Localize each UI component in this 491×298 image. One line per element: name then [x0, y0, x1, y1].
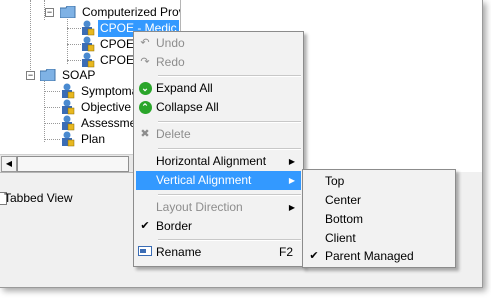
delete-icon: ✖ [140, 128, 150, 140]
submenu-item-top[interactable]: Top [305, 172, 453, 191]
menu-item-border[interactable]: ✔ Border [136, 217, 301, 236]
menu-separator [158, 121, 301, 123]
context-menu: ↶ Undo ↷ Redo ⌄ Expand All ⌃ Collapse Al… [133, 31, 304, 267]
submenu-arrow-icon: ▶ [288, 176, 295, 185]
tree-guide [67, 28, 81, 29]
tree-node-label: Symptoma [81, 84, 139, 98]
vertical-alignment-submenu: Top Center Bottom Client ✔ Parent Manage… [302, 169, 456, 268]
expand-all-icon: ⌄ [138, 81, 152, 95]
rename-icon [138, 245, 152, 259]
locked-doc-icon [82, 36, 95, 52]
collapse-all-icon: ⌃ [138, 100, 152, 114]
locked-doc-icon [82, 20, 95, 36]
locked-doc-icon [62, 115, 75, 131]
menu-item-undo[interactable]: ↶ Undo [136, 34, 301, 53]
locked-doc-icon [62, 131, 75, 147]
menu-item-collapse-all[interactable]: ⌃ Collapse All [136, 98, 301, 117]
scroll-thumb[interactable] [17, 156, 129, 172]
tree-guide [67, 60, 81, 61]
locked-doc-icon [62, 83, 75, 99]
rename-shortcut: F2 [278, 245, 293, 259]
tree-node-label: CPOE [100, 37, 135, 51]
tree-node-label: Plan [81, 132, 106, 146]
menu-item-horizontal-alignment[interactable]: Horizontal Alignment ▶ [136, 152, 301, 171]
menu-item-layout-direction[interactable]: Layout Direction ▶ [136, 198, 301, 217]
submenu-item-parent-managed[interactable]: ✔ Parent Managed [305, 247, 453, 266]
menu-item-expand-all[interactable]: ⌄ Expand All [136, 79, 301, 98]
submenu-item-center[interactable]: Center [305, 191, 453, 210]
locked-doc-icon [62, 99, 75, 115]
tree-node-label: Assessme [81, 116, 137, 130]
menu-separator [158, 75, 301, 77]
checkmark-icon: ✔ [309, 250, 319, 262]
checkmark-icon: ✔ [140, 220, 150, 232]
tree-guide [44, 91, 60, 92]
tree-guide [44, 139, 60, 140]
menu-item-delete[interactable]: ✖ Delete [136, 125, 301, 144]
menu-item-redo[interactable]: ↷ Redo [136, 53, 301, 72]
tree-guide [44, 123, 60, 124]
submenu-item-bottom[interactable]: Bottom [305, 210, 453, 229]
tree-guide [44, 107, 60, 108]
tree-node-label: Objective [81, 100, 132, 114]
collapse-icon[interactable]: − [45, 8, 54, 17]
tree-node-label: SOAP [62, 68, 96, 82]
submenu-arrow-icon: ▶ [288, 203, 295, 212]
submenu-item-client[interactable]: Client [305, 229, 453, 248]
menu-separator [158, 148, 301, 150]
menu-item-vertical-alignment[interactable]: Vertical Alignment ▶ [136, 171, 301, 190]
menu-item-rename[interactable]: Rename F2 [136, 243, 301, 262]
folder-icon [60, 6, 76, 18]
submenu-arrow-icon: ▶ [288, 157, 295, 166]
tabbed-view-label: Tabbed View [4, 191, 73, 205]
menu-separator [158, 194, 301, 196]
scroll-left-icon[interactable]: ◀ [1, 156, 17, 172]
menu-separator [158, 239, 301, 241]
undo-icon: ↶ [140, 37, 150, 49]
locked-doc-icon [82, 52, 95, 68]
redo-icon: ↷ [140, 56, 150, 68]
folder-icon [40, 69, 56, 81]
tree-node-label: Computerized Prov [82, 5, 181, 19]
tree-guide [67, 44, 81, 45]
collapse-icon[interactable]: − [26, 71, 35, 80]
tree-node-computerized-prov[interactable]: − Computerized Prov [0, 4, 180, 21]
